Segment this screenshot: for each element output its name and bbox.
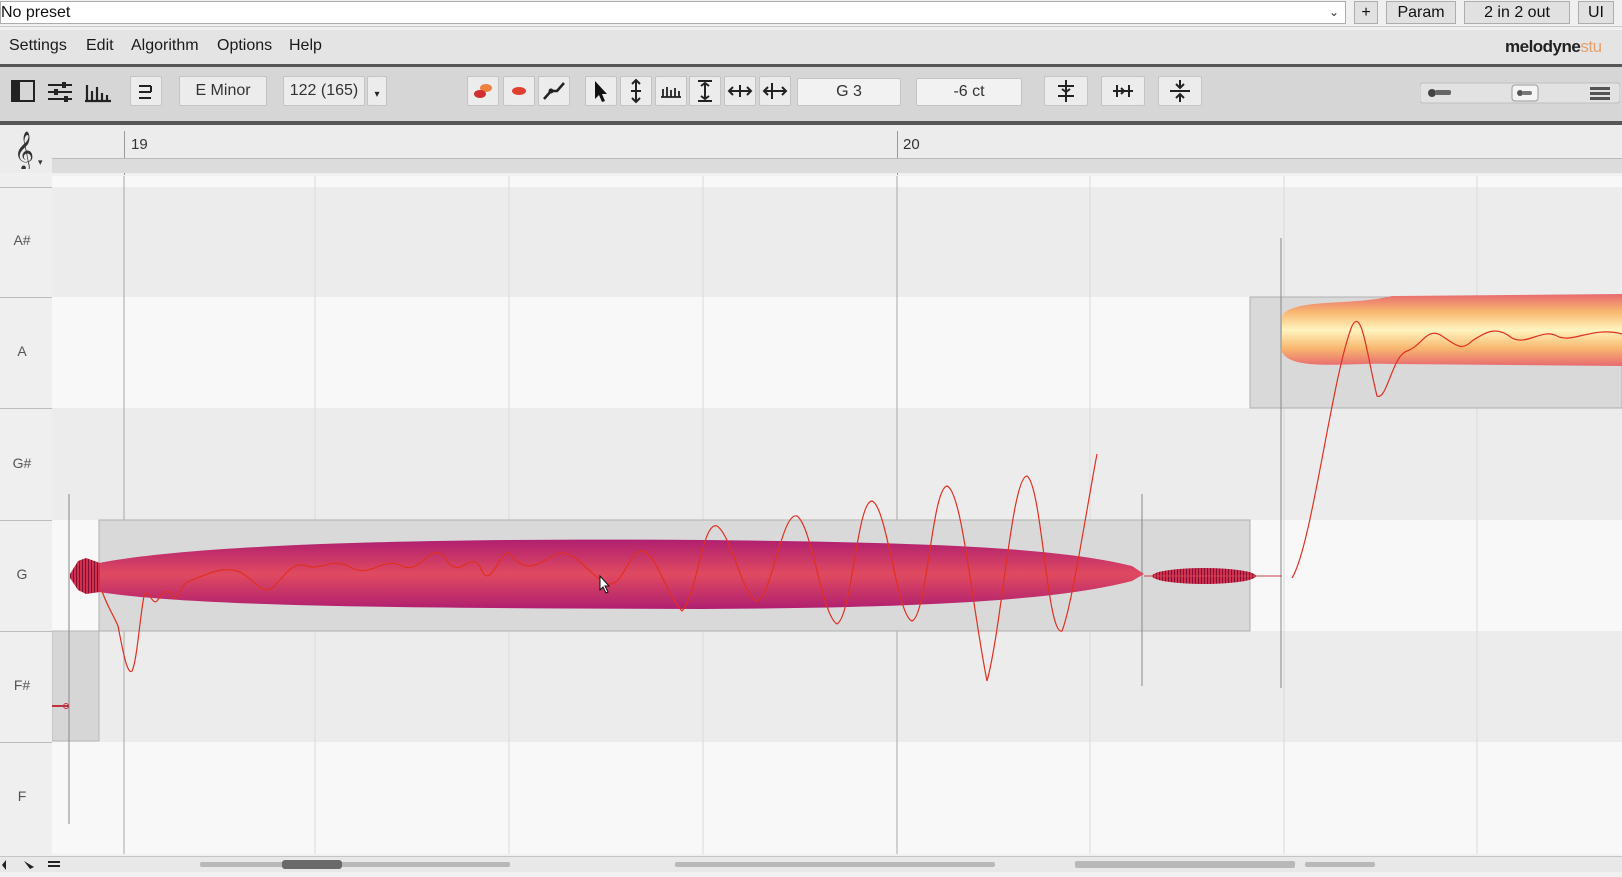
spectrum-icon[interactable] xyxy=(84,79,112,103)
host-bar: No preset ⌄ + Param 2 in 2 out UI xyxy=(0,0,1622,27)
correct-pitch-macro-icon[interactable] xyxy=(1044,76,1088,106)
pitch-ruler[interactable]: A# A G# G F# F xyxy=(0,176,53,854)
pitch-label: F# xyxy=(13,677,31,693)
toolbar: E Minor 122 (165) ▾ G 3 -6 ct xyxy=(0,67,1622,125)
quantize-time-macro-icon[interactable] xyxy=(1101,76,1145,106)
io-button[interactable]: 2 in 2 out xyxy=(1464,1,1570,24)
menu-bar: Settings Edit Algorithm Options Help mel… xyxy=(0,30,1622,67)
layout-icon[interactable] xyxy=(10,79,36,103)
menu-algorithm[interactable]: Algorithm xyxy=(131,37,199,55)
select-tool-icon[interactable] xyxy=(585,76,617,106)
note-blob[interactable] xyxy=(1282,294,1622,366)
macro-icon[interactable] xyxy=(130,76,162,106)
pitch-tool-icon[interactable] xyxy=(620,76,652,106)
pitch-label: F xyxy=(17,788,27,804)
overview-scrollbar[interactable] xyxy=(0,856,1622,872)
attack-speed-tool-icon[interactable] xyxy=(759,76,791,106)
menu-help[interactable]: Help xyxy=(289,37,322,55)
cents-readout[interactable]: -6 ct xyxy=(916,78,1022,106)
tempo-field[interactable]: 122 (165) xyxy=(283,76,365,106)
pitch-curve-tool-icon[interactable] xyxy=(538,76,570,106)
menu-options[interactable]: Options xyxy=(217,37,272,55)
chevron-down-icon[interactable]: ⌄ xyxy=(1326,4,1342,20)
svg-text:𝄞: 𝄞 xyxy=(14,131,34,169)
melodyne-logo: melodynestu xyxy=(1505,37,1602,56)
bar-number: 20 xyxy=(903,136,920,153)
clef-icon[interactable]: 𝄞 ▾ xyxy=(8,129,48,172)
add-button[interactable]: + xyxy=(1354,1,1378,24)
scale-field[interactable]: E Minor xyxy=(179,76,267,106)
pitch-label: G xyxy=(16,566,28,582)
ui-button[interactable]: UI xyxy=(1578,1,1614,24)
preset-select[interactable]: No preset xyxy=(0,1,1346,24)
menu-edit[interactable]: Edit xyxy=(86,37,114,55)
bar-number: 19 xyxy=(131,136,148,153)
pitch-label: G# xyxy=(12,455,32,471)
amplitude-tool-icon[interactable] xyxy=(689,76,721,106)
zoom-slider[interactable] xyxy=(1419,77,1621,107)
pitch-label: A xyxy=(17,343,27,359)
note-editor[interactable]: A# A G# G F# F xyxy=(0,176,1622,854)
tempo-dropdown-icon[interactable]: ▾ xyxy=(367,76,387,106)
param-button[interactable]: Param xyxy=(1386,1,1456,24)
svg-text:▾: ▾ xyxy=(38,157,43,167)
note-assign-icon[interactable] xyxy=(503,76,535,106)
time-tool-icon[interactable] xyxy=(724,76,756,106)
mixer-icon[interactable] xyxy=(46,79,74,103)
level-macro-icon[interactable] xyxy=(1158,76,1202,106)
pitch-label: A# xyxy=(13,232,31,248)
note-separation-icon[interactable] xyxy=(467,76,499,106)
menu-settings[interactable]: Settings xyxy=(9,37,67,55)
note-grid[interactable] xyxy=(52,176,1622,854)
formant-tool-icon[interactable] xyxy=(655,76,687,106)
ruler-track[interactable] xyxy=(52,158,1622,173)
pitch-readout[interactable]: G 3 xyxy=(797,78,901,106)
